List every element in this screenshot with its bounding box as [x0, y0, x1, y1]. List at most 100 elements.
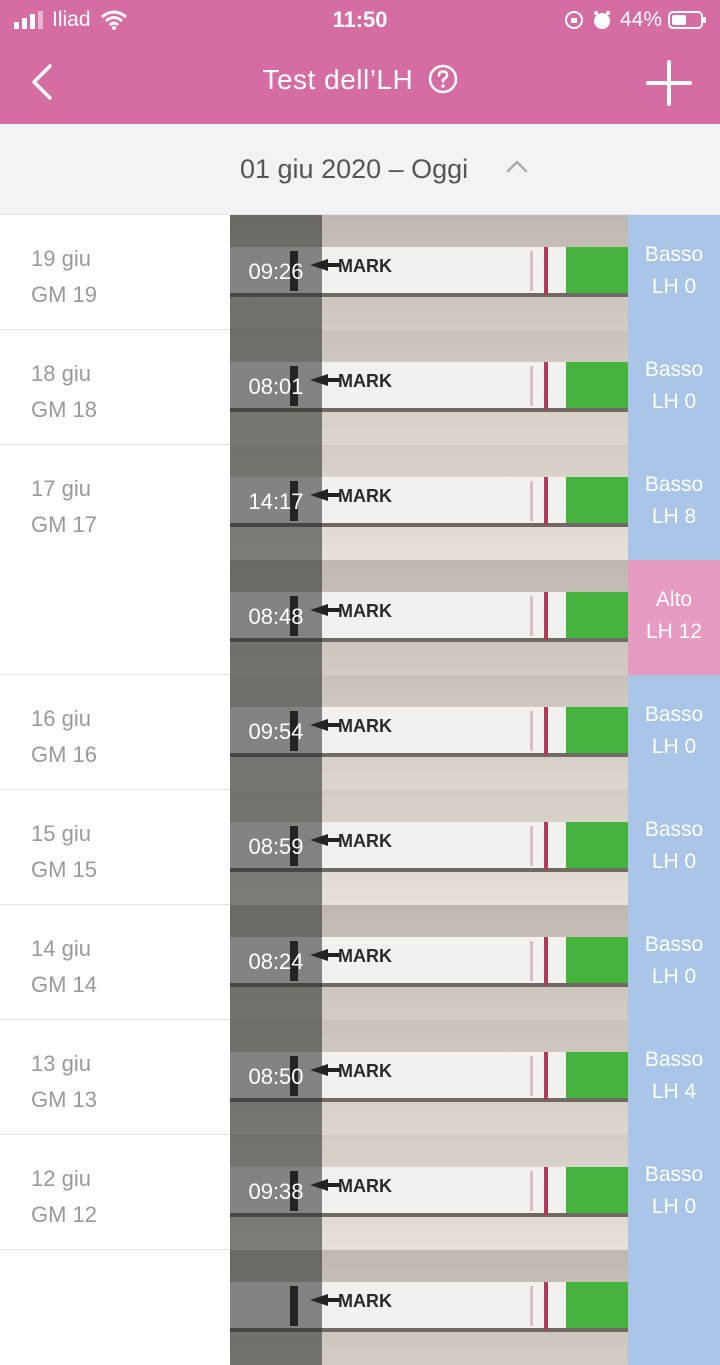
row-date: 18 giu: [31, 361, 91, 386]
time-overlay: 08:01: [230, 330, 322, 445]
svg-text:MARK: MARK: [338, 1061, 392, 1081]
row-cycle-day: GM 15: [31, 857, 98, 882]
test-time: 09:26: [248, 259, 304, 284]
nav-bar: Test dell’LH: [0, 40, 720, 124]
row-cycle-day: GM 13: [31, 1087, 98, 1112]
result-level: Basso: [644, 1048, 704, 1071]
row-cycle-day: GM 12: [31, 1202, 98, 1227]
result-lh-value: LH 0: [651, 390, 697, 413]
test-time: 08:59: [248, 834, 304, 859]
time-overlay: 14:17: [230, 445, 322, 560]
battery-icon: [668, 11, 706, 29]
svg-text:MARK: MARK: [338, 1176, 392, 1196]
time-overlay: 09:54: [230, 675, 322, 790]
date-range-selector[interactable]: 01 giu 2020 – Oggi: [0, 124, 720, 215]
test-row[interactable]: 17 giu GM 17 MARK 14:17 Basso LH 8: [0, 445, 720, 560]
page-title-text: Test dell’LH: [262, 64, 414, 95]
test-row[interactable]: 19 giu GM 19 MARK 09:26 Basso LH 0: [0, 215, 720, 330]
test-strip-photo[interactable]: MARK 09:54: [230, 675, 628, 790]
result-lh-value: LH 0: [651, 850, 697, 873]
result-level: Basso: [644, 703, 704, 726]
test-row[interactable]: 15 giu GM 15 MARK 08:59 Basso LH 0: [0, 790, 720, 905]
row-date-block: 15 giu GM 15: [31, 816, 97, 888]
row-date-block: 17 giu GM 17: [31, 471, 97, 543]
test-row[interactable]: 18 giu GM 18 MARK 08:01 Basso LH 0: [0, 330, 720, 445]
date-range-label: 01 giu 2020 – Oggi: [240, 154, 469, 184]
test-strip-photo[interactable]: MARK 08:01: [230, 330, 628, 445]
result-level: Basso: [644, 933, 704, 956]
result-badge: Basso LH 4: [628, 1020, 720, 1135]
row-date: 13 giu: [31, 1051, 91, 1076]
test-row[interactable]: 12 giu GM 12 MARK 09:38 Basso LH 0: [0, 1135, 720, 1250]
result-lh-value: LH 0: [651, 965, 697, 988]
rotation-lock-icon: [564, 11, 583, 29]
test-strip-photo[interactable]: MARK 14:17: [230, 445, 628, 560]
test-time: 08:48: [248, 604, 304, 629]
chevron-up-icon[interactable]: [504, 154, 530, 180]
svg-text:MARK: MARK: [338, 256, 392, 276]
result-lh-value: LH 4: [651, 1080, 697, 1103]
result-badge: Alto LH 12: [628, 560, 720, 675]
result-level: Basso: [644, 1163, 704, 1186]
result-level: Basso: [644, 358, 704, 381]
result-badge: Basso LH 8: [628, 445, 720, 560]
row-date-block: 19 giu GM 19: [31, 241, 97, 313]
result-lh-value: LH 8: [651, 505, 697, 528]
test-row[interactable]: 13 giu GM 13 MARK 08:50 Basso LH 4: [0, 1020, 720, 1135]
result-lh-value: LH 0: [651, 735, 697, 758]
result-badge: Basso LH 0: [628, 790, 720, 905]
test-strip-photo[interactable]: MARK 09:26: [230, 215, 628, 330]
result-badge: Basso LH 0: [628, 1135, 720, 1250]
time-overlay: 08:48: [230, 560, 322, 675]
result-badge: Basso LH 0: [628, 330, 720, 445]
result-badge: Basso LH 0: [628, 905, 720, 1020]
svg-text:MARK: MARK: [338, 486, 392, 506]
row-date-block: 12 giu GM 12: [31, 1161, 97, 1233]
add-icon[interactable]: [646, 60, 692, 106]
svg-text:MARK: MARK: [338, 716, 392, 736]
test-time: 08:24: [248, 949, 304, 974]
svg-text:MARK: MARK: [338, 601, 392, 621]
time-overlay: 08:50: [230, 1020, 322, 1135]
row-cycle-day: GM 18: [31, 397, 98, 422]
row-date-block: 18 giu GM 18: [31, 356, 97, 428]
test-row[interactable]: MARK: [0, 1250, 720, 1365]
test-strip-photo[interactable]: MARK 08:50: [230, 1020, 628, 1135]
row-date: 14 giu: [31, 936, 91, 961]
test-strip-photo[interactable]: MARK 08:59: [230, 790, 628, 905]
time-overlay: 09:38: [230, 1135, 322, 1250]
result-badge: Basso LH 0: [628, 215, 720, 330]
test-list: 19 giu GM 19 MARK 09:26 Basso LH 0 18 giu GM 18…: [0, 215, 720, 1365]
result-lh-value: LH 0: [651, 1195, 697, 1218]
test-strip-photo[interactable]: MARK 09:38: [230, 1135, 628, 1250]
test-time: 09:54: [248, 719, 304, 744]
time-overlay: [230, 1250, 322, 1365]
status-right: 44%: [564, 8, 708, 32]
result-badge: Basso LH 0: [628, 675, 720, 790]
row-date: 19 giu: [31, 246, 91, 271]
time-overlay: 08:24: [230, 905, 322, 1020]
test-row[interactable]: 14 giu GM 14 MARK 08:24 Basso LH 0: [0, 905, 720, 1020]
row-date: 12 giu: [31, 1166, 91, 1191]
row-cycle-day: GM 16: [31, 742, 98, 767]
test-strip-photo[interactable]: MARK 08:48: [230, 560, 628, 675]
test-strip-photo[interactable]: MARK: [230, 1250, 628, 1365]
help-icon[interactable]: [428, 64, 458, 94]
test-row[interactable]: MARK 08:48 Alto LH 12: [0, 560, 720, 675]
time-overlay: 08:59: [230, 790, 322, 905]
test-time: 09:38: [248, 1179, 304, 1204]
test-strip-photo[interactable]: MARK 08:24: [230, 905, 628, 1020]
status-bar: Iliad 11:50 44%: [0, 0, 720, 40]
page-title: Test dell’LH: [0, 64, 720, 96]
row-date-block: 14 giu GM 14: [31, 931, 97, 1003]
test-time: 08:50: [248, 1064, 304, 1089]
svg-text:MARK: MARK: [338, 1291, 392, 1311]
row-date-block: 13 giu GM 13: [31, 1046, 97, 1118]
row-cycle-day: GM 19: [31, 282, 98, 307]
test-row[interactable]: 16 giu GM 16 MARK 09:54 Basso LH 0: [0, 675, 720, 790]
svg-text:MARK: MARK: [338, 946, 392, 966]
row-date: 15 giu: [31, 821, 91, 846]
row-cycle-day: GM 14: [31, 972, 98, 997]
row-date: 17 giu: [31, 476, 91, 501]
time-overlay: 09:26: [230, 215, 322, 330]
